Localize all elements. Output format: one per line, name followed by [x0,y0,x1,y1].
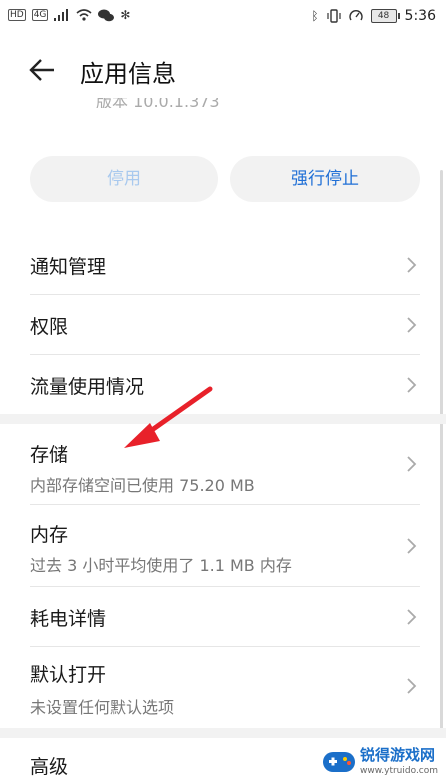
page-title: 应用信息 [80,60,176,88]
signal-icon [54,9,69,21]
gamepad-logo-icon [323,752,355,772]
chevron-right-icon [407,377,417,393]
section-separator [0,414,446,424]
list-item-memory[interactable]: 内存 过去 3 小时平均使用了 1.1 MB 内存 [0,506,446,586]
divider [30,294,420,295]
vibrate-icon [326,9,341,23]
row-title: 流量使用情况 [30,376,145,398]
chevron-right-icon [407,257,417,273]
speed-icon [348,10,363,21]
settings-gear-icon: ✻ [120,8,131,22]
chevron-right-icon [407,678,417,694]
list-item-permissions[interactable]: 权限 [0,296,446,354]
list-item-notifications[interactable]: 通知管理 [0,236,446,294]
disable-button[interactable]: 停用 [30,156,218,202]
status-bar: HD 4G ✻ ᛒ 48 5:36 [0,0,446,32]
wechat-icon [98,9,115,21]
battery-icon: 48 [370,9,400,23]
row-title: 耗电详情 [30,608,107,630]
row-title: 通知管理 [30,256,107,278]
chevron-right-icon [407,456,417,472]
row-title: 高级 [30,756,69,778]
row-title: 权限 [30,316,69,338]
app-bar: 应用信息 [0,40,446,98]
back-arrow-icon[interactable] [28,56,58,84]
divider [30,586,420,587]
divider [30,504,420,505]
version-clip: 版本 10.0.1.373 [0,98,446,108]
row-title: 内存 [30,524,69,546]
watermark: 锐得游戏网 www.ytruido.com [322,740,446,784]
row-subtitle: 未设置任何默认选项 [30,698,175,717]
row-title: 默认打开 [30,664,107,686]
clock: 5:36 [404,8,436,24]
network-badge: 4G [31,9,49,21]
hd-badge: HD [8,9,26,21]
version-text: 版本 10.0.1.373 [96,98,220,108]
watermark-url: www.ytruido.com [360,766,439,776]
row-subtitle: 过去 3 小时平均使用了 1.1 MB 内存 [30,556,292,575]
wifi-icon [76,9,92,21]
list-item-data-usage[interactable]: 流量使用情况 [0,356,446,414]
list-item-storage[interactable]: 存储 内部存储空间已使用 75.20 MB [0,424,446,504]
bluetooth-icon: ᛒ [311,9,319,23]
list-item-open-by-default[interactable]: 默认打开 未设置任何默认选项 [0,648,446,728]
divider [30,354,420,355]
force-stop-button[interactable]: 强行停止 [230,156,420,202]
watermark-name: 锐得游戏网 [360,746,436,764]
chevron-right-icon [407,609,417,625]
list-item-battery-details[interactable]: 耗电详情 [0,588,446,646]
section-separator [0,728,446,738]
row-subtitle: 内部存储空间已使用 75.20 MB [30,476,255,495]
divider [30,646,420,647]
row-title: 存储 [30,444,69,466]
chevron-right-icon [407,317,417,333]
chevron-right-icon [407,538,417,554]
